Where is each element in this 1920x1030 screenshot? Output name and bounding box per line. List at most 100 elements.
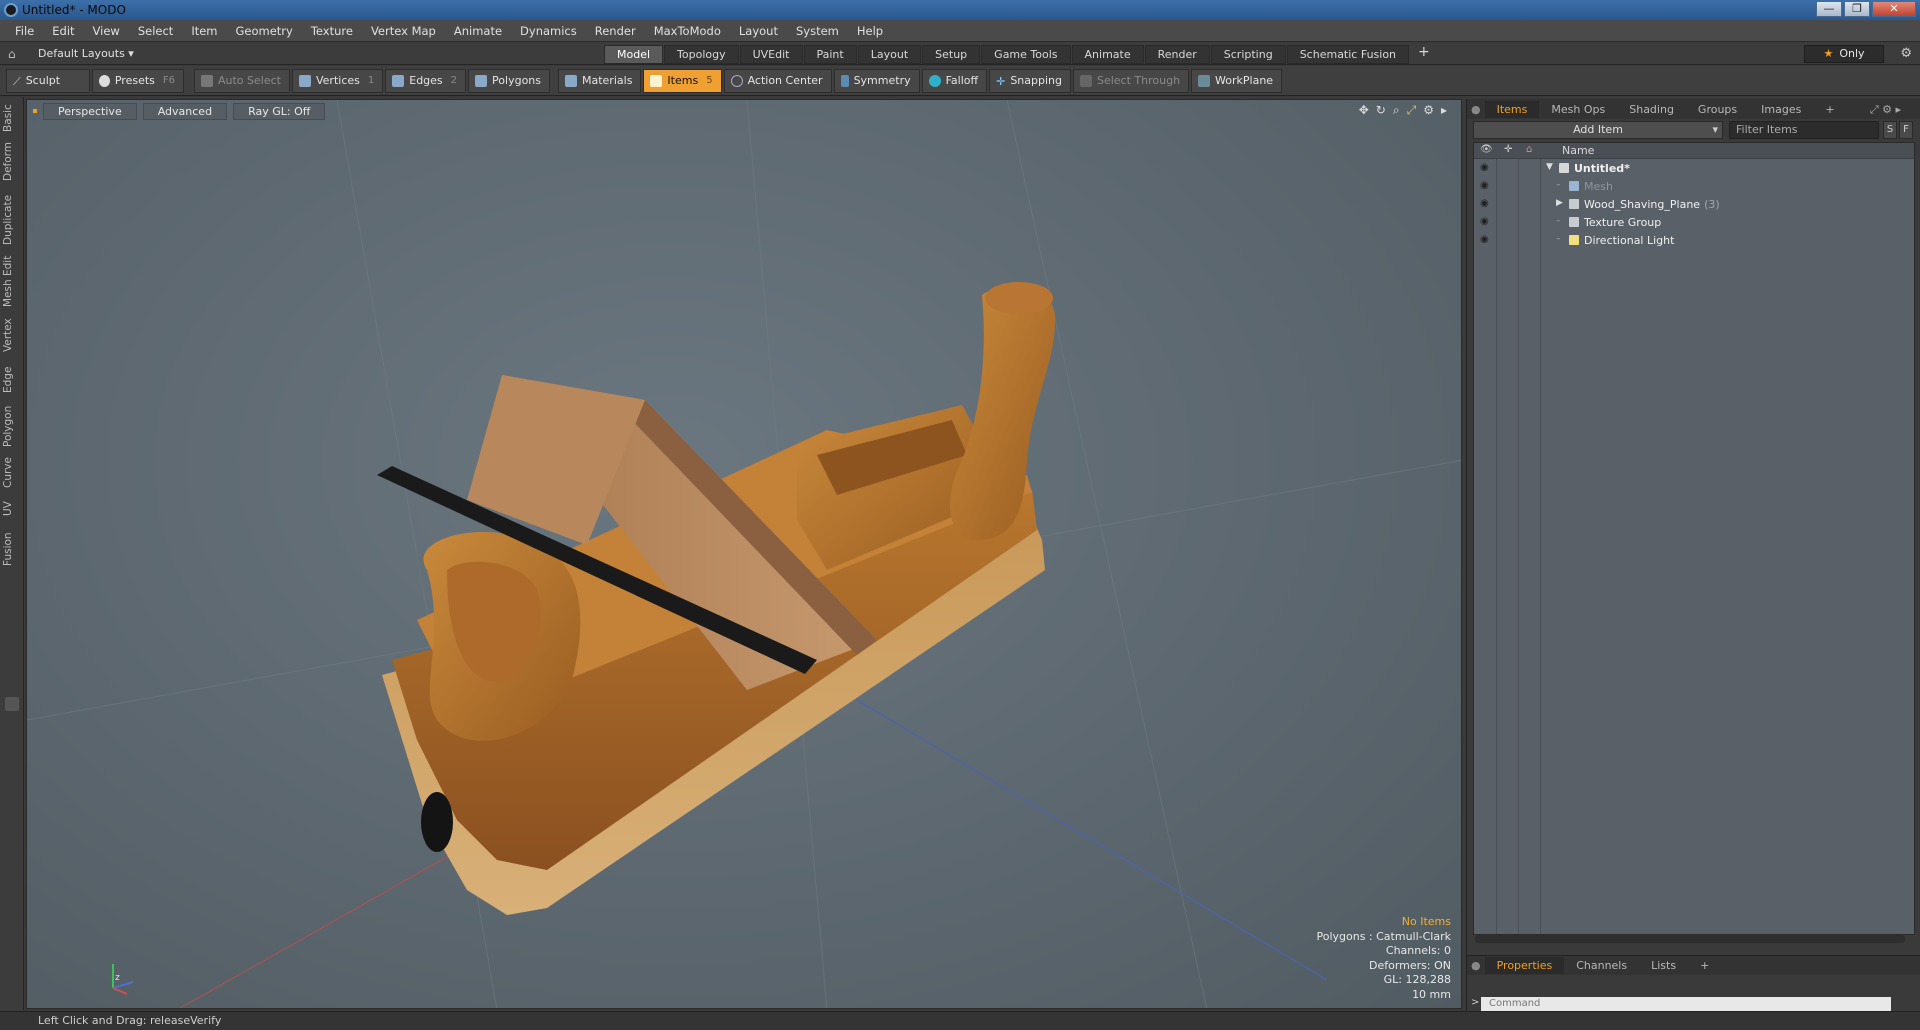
vtab-fusion[interactable]: Fusion [2, 529, 22, 569]
close-button[interactable]: ✕ [1872, 1, 1916, 17]
falloff-button[interactable]: Falloff [921, 68, 988, 93]
tab-lists[interactable]: Lists [1639, 957, 1688, 974]
gear-icon[interactable]: ⚙ [1900, 46, 1912, 61]
add-item-dropdown[interactable]: Add Item ▾ [1473, 121, 1723, 139]
layout-dropdown[interactable]: Default Layouts ▾ [38, 47, 134, 60]
action-center-button[interactable]: Action Center [723, 68, 832, 93]
add-panel-tab-button[interactable]: + [1813, 101, 1846, 118]
vtab-curve[interactable]: Curve [2, 455, 22, 491]
pan-icon[interactable]: ✥ [1359, 103, 1369, 118]
menu-select[interactable]: Select [129, 24, 182, 38]
eye-icon[interactable]: ◉ [1480, 198, 1489, 209]
tree-row-mesh[interactable]: ◉ – Mesh [1474, 178, 1914, 195]
tab-topology[interactable]: Topology [664, 45, 739, 64]
workplane-button[interactable]: WorkPlane [1191, 68, 1283, 93]
name-column-header[interactable]: Name [1562, 144, 1594, 157]
menu-maxtomodo[interactable]: MaxToModo [645, 24, 730, 38]
snapping-button[interactable]: ✛ Snapping [989, 68, 1071, 93]
vtab-vertex[interactable]: Vertex [2, 315, 22, 355]
menu-item[interactable]: Item [182, 24, 226, 38]
tab-layout[interactable]: Layout [857, 45, 922, 64]
command-input[interactable]: Command [1481, 997, 1891, 1011]
minimize-button[interactable]: — [1816, 1, 1842, 17]
fit-view-icon[interactable]: ⤢ [1407, 103, 1417, 118]
menu-vertex-map[interactable]: Vertex Map [362, 24, 445, 38]
tab-scripting[interactable]: Scripting [1210, 45, 1286, 64]
tab-uvedit[interactable]: UVEdit [739, 45, 803, 64]
eye-icon[interactable]: ◉ [1480, 162, 1489, 173]
vtab-edge[interactable]: Edge [2, 363, 22, 397]
vtab-duplicate[interactable]: Duplicate [2, 195, 22, 245]
raygl-dropdown[interactable]: Ray GL: Off [233, 103, 326, 120]
eye-icon[interactable]: ◉ [1480, 234, 1489, 245]
render-column-icon[interactable]: ⌂ [1526, 144, 1532, 155]
tree-row-scene[interactable]: ◉ ▼ Untitled* [1474, 160, 1914, 177]
tab-channels[interactable]: Channels [1564, 957, 1639, 974]
menu-file[interactable]: File [6, 24, 43, 38]
menu-edit[interactable]: Edit [43, 24, 83, 38]
vtab-uv[interactable]: UV [2, 497, 22, 521]
menu-view[interactable]: View [84, 24, 129, 38]
tab-properties[interactable]: Properties [1484, 957, 1565, 974]
presets-button[interactable]: Presets F6 [92, 68, 184, 93]
menu-help[interactable]: Help [848, 24, 892, 38]
viewport-menu-dot[interactable] [33, 109, 37, 113]
items-button[interactable]: Items 5 [643, 68, 722, 93]
3d-viewport[interactable]: Perspective Advanced Ray GL: Off ✥ ↻ ⌕ ⤢… [26, 99, 1462, 1009]
visibility-column-icon[interactable]: 👁 [1480, 144, 1493, 155]
viewport-settings-icon[interactable]: ⚙ [1423, 103, 1434, 118]
tab-images[interactable]: Images [1749, 101, 1813, 118]
tab-items[interactable]: Items [1484, 100, 1540, 118]
panel-corner-icons[interactable]: ⤢ ⚙ ▸ [1858, 101, 1913, 119]
tab-schematic-fusion[interactable]: Schematic Fusion [1286, 45, 1410, 64]
tab-model[interactable]: Model [604, 45, 664, 64]
view-type-dropdown[interactable]: Perspective [43, 103, 137, 120]
expand-down-icon[interactable]: ▼ [1546, 162, 1553, 172]
tab-groups[interactable]: Groups [1686, 101, 1749, 118]
symmetry-button[interactable]: Symmetry [833, 68, 920, 93]
sculpt-button[interactable]: ⟋ Sculpt [6, 68, 90, 93]
tree-row-texture-group[interactable]: ◉ – Texture Group [1474, 214, 1914, 231]
strip-toggle-button[interactable] [5, 697, 19, 711]
vtab-deform[interactable]: Deform [2, 141, 22, 181]
wood-shaving-plane-mesh[interactable] [377, 282, 1056, 915]
vtab-basic[interactable]: Basic [2, 103, 22, 133]
home-icon[interactable]: ⌂ [8, 47, 16, 61]
menu-animate[interactable]: Animate [445, 24, 511, 38]
menu-layout[interactable]: Layout [730, 24, 787, 38]
tab-animate[interactable]: Animate [1071, 45, 1144, 64]
only-toggle[interactable]: ★ Only [1804, 45, 1884, 63]
horizontal-scrollbar[interactable] [1475, 935, 1905, 943]
advanced-dropdown[interactable]: Advanced [142, 103, 228, 120]
filter-items-input[interactable]: Filter Items [1729, 121, 1879, 139]
panel-menu-icon[interactable]: ● [1467, 957, 1485, 974]
panel-menu-icon[interactable]: ● [1467, 101, 1485, 118]
maximize-button[interactable]: ❐ [1844, 1, 1870, 17]
tab-render[interactable]: Render [1144, 45, 1210, 64]
add-panel-tab-button[interactable]: + [1688, 957, 1721, 974]
auto-select-button[interactable]: Auto Select [194, 68, 290, 93]
select-through-button[interactable]: Select Through [1072, 68, 1190, 93]
menu-geometry[interactable]: Geometry [227, 24, 302, 38]
tab-mesh-ops[interactable]: Mesh Ops [1539, 101, 1617, 118]
zoom-icon[interactable]: ⌕ [1393, 103, 1400, 118]
lock-column-icon[interactable]: ✛ [1504, 144, 1512, 155]
vertices-button[interactable]: Vertices 1 [291, 68, 384, 93]
tab-shading[interactable]: Shading [1617, 101, 1686, 118]
scene-render[interactable] [27, 100, 1462, 1009]
tab-game-tools[interactable]: Game Tools [981, 45, 1071, 64]
rotate-icon[interactable]: ↻ [1376, 103, 1386, 118]
tree-row-wood-shaving-plane[interactable]: ◉ ▶ Wood_Shaving_Plane (3) [1474, 196, 1914, 213]
polygons-button[interactable]: Polygons [468, 68, 550, 93]
tab-paint[interactable]: Paint [803, 45, 857, 64]
tree-row-directional-light[interactable]: ◉ – Directional Light [1474, 232, 1914, 249]
menu-texture[interactable]: Texture [302, 24, 362, 38]
vtab-mesh-edit[interactable]: Mesh Edit [2, 253, 22, 309]
menu-system[interactable]: System [787, 24, 848, 38]
menu-render[interactable]: Render [586, 24, 645, 38]
add-tab-button[interactable]: + [1410, 45, 1438, 64]
eye-icon[interactable]: ◉ [1480, 180, 1489, 191]
expand-arrow-icon[interactable]: ▸ [1441, 103, 1447, 118]
filter-f-button[interactable]: F [1899, 121, 1913, 139]
expand-right-icon[interactable]: ▶ [1556, 198, 1563, 208]
